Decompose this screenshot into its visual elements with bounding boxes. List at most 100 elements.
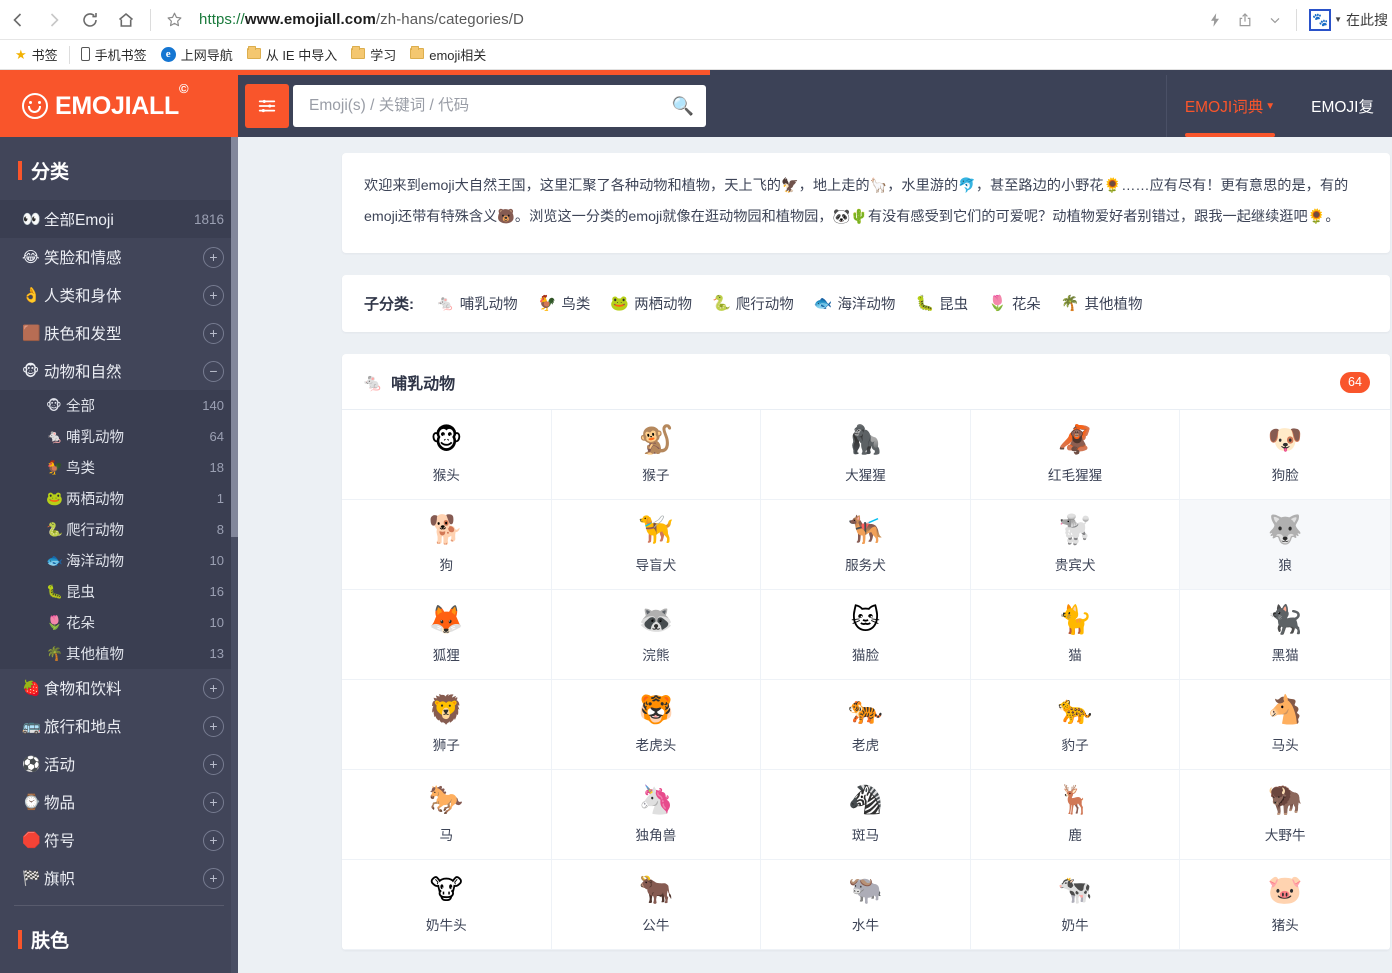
- sidebar-subitem-other-plants[interactable]: 🌴 其他植物 13: [0, 638, 238, 669]
- sidebar-item-flags[interactable]: 🏁 旗帜 +: [0, 859, 238, 897]
- sidebar-subitem-amphibians[interactable]: 🐸 两栖动物 1: [0, 483, 238, 514]
- sidebar-item-symbols[interactable]: 🛑 符号 +: [0, 821, 238, 859]
- emoji-cell[interactable]: 🦬 大野牛: [1180, 770, 1390, 860]
- mouse-icon: 🐁: [46, 428, 63, 444]
- section-count-badge: 64: [1340, 371, 1370, 393]
- emoji-cell[interactable]: 🐷 猪头: [1180, 860, 1390, 950]
- emoji-cell[interactable]: 🦝 浣熊: [551, 590, 762, 680]
- emoji-cell[interactable]: 🦄 独角兽: [551, 770, 762, 860]
- expand-icon[interactable]: +: [203, 284, 224, 306]
- search-input[interactable]: [307, 96, 672, 116]
- emoji-cell[interactable]: 🐱 猫脸: [761, 590, 971, 680]
- sidebar-item-objects[interactable]: ⌚ 物品 +: [0, 783, 238, 821]
- search-box[interactable]: 🔍: [293, 85, 706, 127]
- expand-icon[interactable]: +: [203, 246, 224, 268]
- subcategory-chip-amphibians[interactable]: 🐸 两栖动物: [602, 291, 700, 316]
- emoji-cell[interactable]: 🐄 奶牛: [970, 860, 1181, 950]
- filter-button[interactable]: [245, 84, 289, 128]
- bus-icon: 🚌: [22, 717, 41, 735]
- sidebar-subitem-flowers[interactable]: 🌷 花朵 10: [0, 607, 238, 638]
- emoji-cell[interactable]: 🦧 红毛猩猩: [970, 410, 1181, 500]
- emoji-cell[interactable]: 🐯 老虎头: [551, 680, 762, 770]
- site-logo[interactable]: EMOJIALL©: [0, 75, 238, 137]
- subcategory-chip-flowers[interactable]: 🌷 花朵: [980, 291, 1049, 316]
- expand-icon[interactable]: +: [203, 715, 224, 737]
- sidebar-item-all-emoji[interactable]: 👀 全部Emoji 1816: [0, 200, 238, 238]
- bookmark-item[interactable]: emoji相关: [403, 43, 493, 66]
- emoji-cell[interactable]: 🦌 鹿: [970, 770, 1181, 860]
- subcategory-chip-mammals[interactable]: 🐁 哺乳动物: [428, 291, 526, 316]
- emoji-cell[interactable]: 🐎 马: [342, 770, 552, 860]
- subcategory-chip-bugs[interactable]: 🐛 昆虫: [907, 291, 976, 316]
- emoji-cell[interactable]: 🦮 导盲犬: [551, 500, 762, 590]
- bookmark-item[interactable]: e 上网导航: [154, 43, 240, 66]
- nav-item-emoji-dictionary[interactable]: EMOJI词典 ▼: [1167, 75, 1293, 137]
- emoji-cell[interactable]: 🐮 奶牛头: [342, 860, 552, 950]
- expand-icon[interactable]: +: [203, 867, 224, 889]
- sidebar-item-people-body[interactable]: 👌 人类和身体 +: [0, 276, 238, 314]
- sidebar-subitem-marine[interactable]: 🐟 海洋动物 10: [0, 545, 238, 576]
- forward-button[interactable]: [36, 2, 72, 38]
- back-button[interactable]: [0, 2, 36, 38]
- emoji-cell[interactable]: 🦓 斑马: [761, 770, 971, 860]
- sidebar-subitem-mammals[interactable]: 🐁 哺乳动物 64: [0, 421, 238, 452]
- sidebar-subitem-all[interactable]: 🐵 全部 140: [0, 390, 238, 421]
- sidebar-scrollbar[interactable]: [231, 137, 238, 973]
- emoji-cell[interactable]: 🐈 猫: [970, 590, 1181, 680]
- subcategory-chip-other-plants[interactable]: 🌴 其他植物: [1053, 291, 1151, 316]
- sidebar-item-activities[interactable]: ⚽ 活动 +: [0, 745, 238, 783]
- share-icon[interactable]: [1230, 5, 1260, 35]
- emoji-cell[interactable]: 🐅 老虎: [761, 680, 971, 770]
- emoji-cell[interactable]: 🐕‍🦺 服务犬: [761, 500, 971, 590]
- baidu-paw-icon[interactable]: 🐾: [1309, 8, 1332, 31]
- emoji-cell[interactable]: 🐶 狗脸: [1180, 410, 1390, 500]
- nav-item-emoji-copy[interactable]: EMOJI复: [1293, 75, 1392, 137]
- reload-icon[interactable]: [72, 2, 108, 38]
- sidebar-subitem-reptiles[interactable]: 🐍 爬行动物 8: [0, 514, 238, 545]
- expand-icon[interactable]: +: [203, 829, 224, 851]
- emoji-cell[interactable]: 🦍 大猩猩: [761, 410, 971, 500]
- address-bar[interactable]: https://www.emojiall.com/zh-hans/categor…: [191, 11, 1200, 28]
- bookmark-item[interactable]: 学习: [344, 43, 403, 66]
- bookmark-item[interactable]: 手机书签: [74, 43, 154, 66]
- lightning-icon[interactable]: [1200, 5, 1230, 35]
- bookmark-item[interactable]: 从 IE 中导入: [240, 43, 345, 66]
- sidebar-item-skintone-hair[interactable]: 🟫 肤色和发型 +: [0, 314, 238, 352]
- chevron-down-icon[interactable]: [1260, 5, 1290, 35]
- subcategory-bar: 子分类: 🐁 哺乳动物 🐓 鸟类 🐸 两栖动物 🐍 爬行动物 🐟 海洋动物 🐛 …: [342, 275, 1390, 332]
- emoji-cell[interactable]: 🐴 马头: [1180, 680, 1390, 770]
- sidebar-subitem-birds[interactable]: 🐓 鸟类 18: [0, 452, 238, 483]
- sidebar-item-food-drink[interactable]: 🍓 食物和饮料 +: [0, 669, 238, 707]
- palm-tree-icon: 🌴: [1060, 295, 1080, 312]
- subcategory-chip-birds[interactable]: 🐓 鸟类: [530, 291, 599, 316]
- sidebar-item-animals-nature[interactable]: 🐵 动物和自然 −: [0, 352, 238, 390]
- expand-icon[interactable]: +: [203, 791, 224, 813]
- sidebar-item-travel-places[interactable]: 🚌 旅行和地点 +: [0, 707, 238, 745]
- collapse-icon[interactable]: −: [203, 360, 224, 382]
- sidebar-subitem-bugs[interactable]: 🐛 昆虫 16: [0, 576, 238, 607]
- emoji-cell[interactable]: 🐆 豹子: [970, 680, 1181, 770]
- emoji-cell[interactable]: 🦊 狐狸: [342, 590, 552, 680]
- bookmark-item[interactable]: ★ 书签: [8, 43, 65, 66]
- emoji-cell[interactable]: 🐈‍⬛ 黑猫: [1180, 590, 1390, 680]
- expand-icon[interactable]: +: [203, 322, 224, 344]
- emoji-cell[interactable]: 🐕 狗: [342, 500, 552, 590]
- emoji-cell[interactable]: 🐂 公牛: [551, 860, 762, 950]
- sidebar-item-smileys[interactable]: 😂 笑脸和情感 +: [0, 238, 238, 276]
- expand-icon[interactable]: +: [203, 677, 224, 699]
- search-engine-caret-icon[interactable]: ▼: [1334, 15, 1342, 24]
- emoji-cell[interactable]: 🐒 猴子: [551, 410, 762, 500]
- emoji-cell[interactable]: 🐩 贵宾犬: [970, 500, 1181, 590]
- emoji-cell[interactable]: 🐺 狼: [1180, 500, 1390, 590]
- expand-icon[interactable]: +: [203, 753, 224, 775]
- home-icon[interactable]: [108, 2, 144, 38]
- sidebar-scrollbar-thumb[interactable]: [231, 137, 238, 537]
- emoji-cell[interactable]: 🦁 狮子: [342, 680, 552, 770]
- subcategory-chip-reptiles[interactable]: 🐍 爬行动物: [704, 291, 802, 316]
- emoji-cell[interactable]: 🐃 水牛: [761, 860, 971, 950]
- subcategory-chip-marine[interactable]: 🐟 海洋动物: [806, 291, 904, 316]
- search-icon[interactable]: 🔍: [672, 97, 694, 115]
- bookmark-star-icon[interactable]: [157, 3, 191, 37]
- emoji-cell[interactable]: 🐵 猴头: [342, 410, 552, 500]
- folder-icon: [410, 46, 425, 61]
